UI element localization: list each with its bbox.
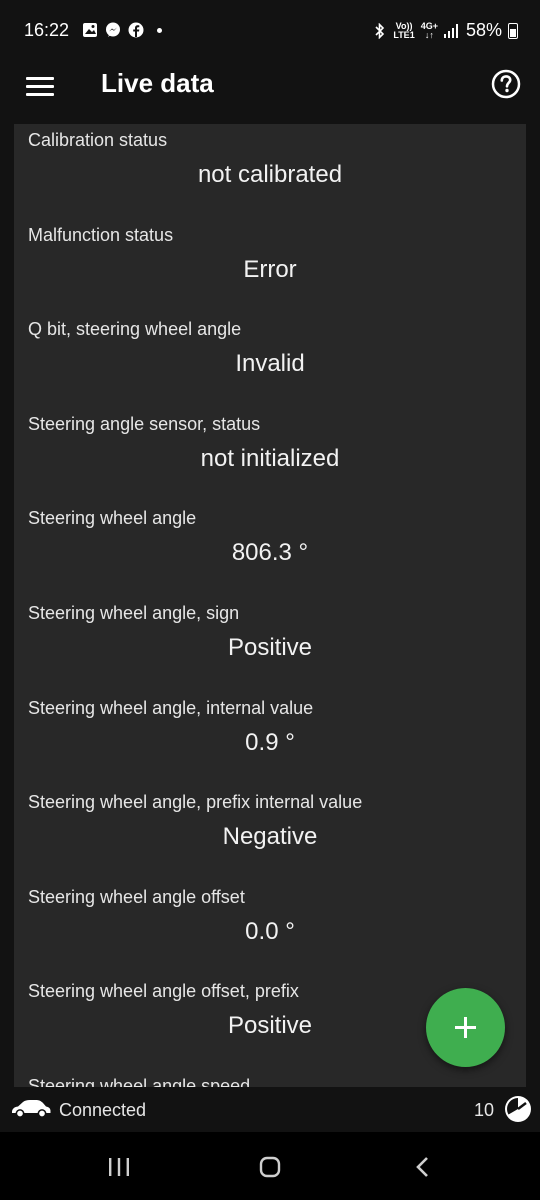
- add-button[interactable]: [426, 988, 505, 1067]
- list-item[interactable]: Steering wheel angle 806.3 °: [14, 502, 526, 597]
- live-data-list[interactable]: Calibration status not calibrated Malfunct…: [14, 124, 526, 1087]
- status-time: 16:22: [24, 20, 70, 40]
- list-item[interactable]: Calibration status not calibrated: [14, 124, 526, 219]
- item-label: Steering wheel angle, sign: [28, 602, 240, 623]
- app-bar: Live data: [0, 62, 540, 122]
- item-label: Steering wheel angle: [28, 508, 197, 529]
- facebook-icon: [128, 22, 144, 38]
- gauge-icon[interactable]: [504, 1095, 532, 1123]
- page-title: Live data: [101, 68, 214, 98]
- back-icon[interactable]: [412, 1156, 432, 1178]
- item-value: 0.9 °: [245, 728, 295, 756]
- list-item[interactable]: Steering wheel angle, internal value 0.9 …: [14, 692, 526, 787]
- item-value: Positive: [227, 633, 313, 661]
- car-icon: [12, 1100, 51, 1118]
- item-label: Q bit, steering wheel angle: [28, 319, 242, 340]
- item-label: Steering wheel angle speed: [28, 1075, 251, 1087]
- list-item[interactable]: Steering wheel angle, prefix internal va…: [14, 786, 526, 881]
- item-value: not initialized: [200, 444, 340, 472]
- notification-icons: [82, 22, 162, 38]
- item-label: Steering wheel angle, prefix internal va…: [28, 792, 363, 813]
- list-item[interactable]: Steering wheel angle, sign Positive: [14, 597, 526, 692]
- battery-icon: [508, 22, 518, 39]
- status-bar: 16:22 Vo)) LTE1 4G+ ↓↑ 58%: [0, 0, 540, 62]
- list-item[interactable]: Malfunction status Error: [14, 219, 526, 314]
- hamburger-menu-icon[interactable]: [26, 74, 54, 98]
- list-item[interactable]: Steering wheel angle speed: [14, 1070, 526, 1087]
- connection-status: Connected: [59, 1100, 147, 1120]
- item-label: Malfunction status: [28, 224, 174, 245]
- item-label: Steering wheel angle, internal value: [28, 697, 314, 718]
- data-indicator: 4G+ ↓↑: [420, 20, 438, 40]
- item-label: Steering wheel angle offset: [28, 886, 245, 907]
- help-circle-icon[interactable]: [491, 69, 521, 99]
- dot-icon: [157, 27, 162, 33]
- signal-icon: [443, 23, 458, 38]
- item-value: Error: [243, 255, 297, 283]
- item-value: not calibrated: [197, 161, 343, 188]
- item-label: Calibration status: [28, 130, 168, 150]
- navigation-bar: [0, 1132, 540, 1200]
- system-icons: Vo)) LTE1 4G+ ↓↑ 58%: [373, 20, 518, 41]
- messenger-icon: [106, 22, 120, 37]
- item-value: 806.3 °: [231, 539, 309, 567]
- bluetooth-icon: [375, 22, 385, 39]
- connection-count: 10: [473, 1100, 494, 1120]
- item-value: 0.0 °: [245, 917, 295, 945]
- list-item[interactable]: Steering wheel angle offset 0.0 °: [14, 881, 526, 976]
- list-item[interactable]: Steering angle sensor, status not initial…: [14, 408, 526, 503]
- gallery-icon: [83, 23, 97, 37]
- volte-indicator: Vo)) LTE1: [393, 20, 415, 40]
- item-value: Negative: [222, 823, 318, 851]
- item-label: Steering wheel angle offset, prefix: [28, 981, 299, 1002]
- home-icon[interactable]: [259, 1156, 281, 1178]
- list-item[interactable]: Q bit, steering wheel angle Invalid: [14, 313, 526, 408]
- item-label: Steering angle sensor, status: [28, 413, 261, 434]
- connection-bar: Connected 10: [0, 1087, 540, 1132]
- recents-icon[interactable]: [107, 1157, 131, 1177]
- item-value: Invalid: [235, 350, 305, 378]
- battery-percent: 58%: [465, 20, 502, 40]
